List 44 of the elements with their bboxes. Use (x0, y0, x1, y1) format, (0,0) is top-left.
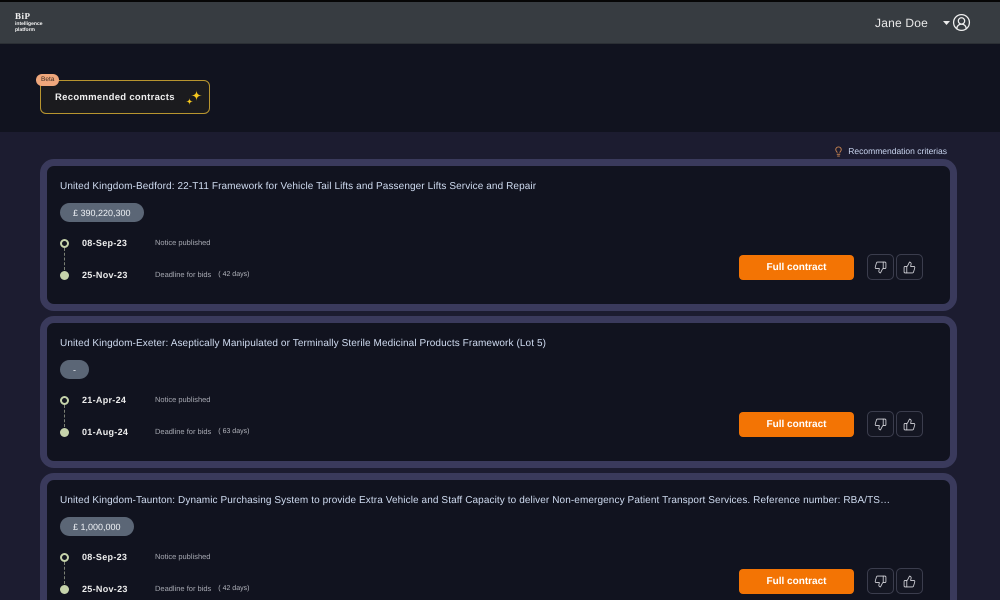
event-date: 08-Sep-23 (82, 238, 128, 248)
timeline-ring-icon (60, 552, 69, 562)
recommended-contracts-button[interactable]: Recommended contracts (40, 80, 210, 114)
contract-title: United Kingdom-Bedford: 22-T11 Framework for Vehicle Tail Lifts and Passenger Lifts Service and Repair (60, 181, 536, 193)
thumbs-down-icon (874, 574, 887, 588)
event-date: 25-Nov-23 (82, 270, 128, 280)
contract-title: United Kingdom-Exeter: Aseptically Manipulated or Terminally Sterile Medicinal Products Framework (Lot 5) (60, 338, 546, 350)
caret-icon[interactable] (943, 20, 950, 24)
user-name: Jane Doe (875, 16, 928, 30)
full-contract-button[interactable]: Full contract (739, 568, 854, 594)
contract-value: £ 390,220,300 (60, 203, 144, 222)
event-date: 01-Aug-24 (82, 427, 128, 437)
lightbulb-icon (833, 146, 844, 156)
thumbs-up-icon (903, 574, 916, 588)
sparkle-icon (186, 90, 202, 104)
event-date: 25-Nov-23 (82, 584, 128, 594)
recommendation-criteria-link[interactable]: Recommendation criterias (833, 145, 947, 157)
dislike-button[interactable] (867, 568, 894, 594)
contract-title: United Kingdom-Taunton: Dynamic Purchasing System to provide Extra Vehicle and Staff Capacity to deliver Non-emergency Patient Transport Services. Reference number: RBA/TS… (60, 495, 890, 507)
contract-value: - (60, 360, 89, 379)
thumbs-up-icon (903, 418, 916, 430)
thumbs-up-icon (903, 260, 916, 274)
logo-mark: BiP (15, 12, 31, 20)
event-date: 08-Sep-23 (82, 552, 128, 562)
timeline-line (64, 248, 65, 270)
like-button[interactable] (896, 411, 923, 437)
event-date: 21-Apr-24 (82, 395, 126, 405)
like-button[interactable] (896, 254, 923, 280)
timeline-dot-icon (60, 270, 69, 280)
timeline-dot-icon (60, 584, 69, 594)
timeline-line (64, 405, 65, 427)
timeline-ring-icon (60, 238, 69, 248)
user-avatar-icon[interactable] (952, 13, 971, 32)
contract-value: £ 1,000,000 (60, 517, 134, 536)
timeline-line (64, 562, 65, 584)
timeline-ring-icon (60, 396, 69, 404)
dislike-button[interactable] (867, 254, 894, 280)
dislike-button[interactable] (867, 411, 894, 437)
like-button[interactable] (896, 568, 923, 594)
full-contract-button[interactable]: Full contract (739, 412, 854, 436)
full-contract-button[interactable]: Full contract (739, 254, 854, 280)
thumbs-down-icon (874, 418, 887, 430)
timeline-dot-icon (60, 428, 69, 436)
thumbs-down-icon (874, 260, 887, 274)
